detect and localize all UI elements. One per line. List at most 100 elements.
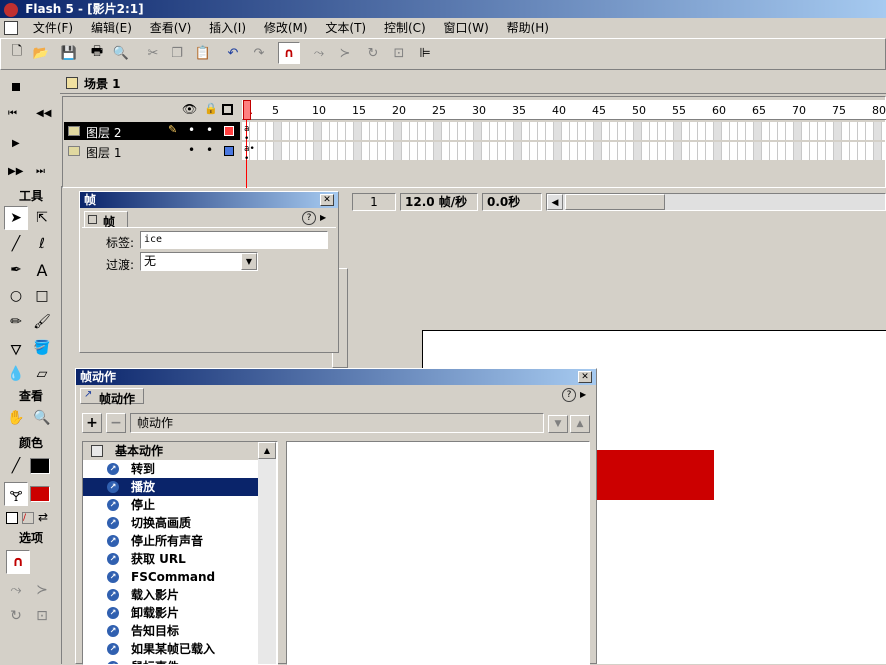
action-item[interactable]: ↗ 转到: [83, 460, 258, 478]
frame-number[interactable]: 65: [752, 104, 766, 117]
frame-cell[interactable]: [690, 122, 698, 140]
action-item[interactable]: ↗ 卸载影片: [83, 604, 258, 622]
frame-cell[interactable]: [322, 142, 330, 160]
frame-cell[interactable]: [306, 142, 314, 160]
scene-label[interactable]: 场景 1: [84, 75, 121, 92]
no-color-icon[interactable]: /: [22, 512, 34, 524]
lock-dot[interactable]: •: [206, 143, 213, 157]
frame-cell[interactable]: [682, 142, 690, 160]
frame-cell[interactable]: [778, 142, 786, 160]
scroll-left-arrow[interactable]: ◀: [547, 194, 563, 210]
action-item[interactable]: ↗ 切换高画质: [83, 514, 258, 532]
frame-cell[interactable]: [802, 142, 810, 160]
frame-number[interactable]: 80: [872, 104, 886, 117]
frame-cell[interactable]: [290, 122, 298, 140]
frame-cell[interactable]: [378, 142, 386, 160]
paint-bucket-icon[interactable]: 🪣: [30, 336, 54, 360]
frame-cell[interactable]: [706, 122, 714, 140]
frame-cell[interactable]: [546, 122, 554, 140]
frame-cell[interactable]: [754, 142, 762, 160]
ink-bottle-icon[interactable]: 🜄: [4, 336, 28, 360]
frame-cell[interactable]: [370, 142, 378, 160]
frame-cell[interactable]: [346, 142, 354, 160]
frame-cell[interactable]: [866, 142, 874, 160]
frame-cell[interactable]: [258, 142, 266, 160]
layer-row-1[interactable]: 图层 1 • •: [64, 142, 240, 160]
frame-cell[interactable]: [674, 122, 682, 140]
frame-cell[interactable]: [282, 142, 290, 160]
frame-number[interactable]: 70: [792, 104, 806, 117]
frame-cell[interactable]: [338, 142, 346, 160]
frame-cell[interactable]: [834, 122, 842, 140]
line-tool-icon[interactable]: ╱: [4, 232, 28, 256]
rectangle-tool-icon[interactable]: □: [30, 284, 54, 308]
frame-tab[interactable]: 帧: [84, 211, 128, 229]
frame-cell[interactable]: [394, 142, 402, 160]
frame-cell[interactable]: [594, 142, 602, 160]
frame-cell[interactable]: [826, 122, 834, 140]
action-item[interactable]: ↗ 播放: [83, 478, 258, 496]
frame-cell[interactable]: [658, 142, 666, 160]
paste-icon[interactable]: 📋: [192, 42, 214, 64]
frame-cell[interactable]: [330, 122, 338, 140]
frame-number[interactable]: 25: [432, 104, 446, 117]
frame-cell[interactable]: [442, 122, 450, 140]
frame-cell[interactable]: [634, 142, 642, 160]
frame-cell[interactable]: [746, 142, 754, 160]
frame-cell[interactable]: [442, 142, 450, 160]
brush-tool-icon[interactable]: 🖌: [30, 310, 54, 334]
move-up-button[interactable]: ▲: [570, 415, 590, 433]
panel-menu-arrow-icon[interactable]: ▶: [320, 211, 332, 225]
frame-cell[interactable]: [794, 122, 802, 140]
move-down-button[interactable]: ▼: [548, 415, 568, 433]
frame-cell[interactable]: [298, 122, 306, 140]
frame-cell[interactable]: [578, 122, 586, 140]
frame-cell[interactable]: [570, 142, 578, 160]
frame-cell[interactable]: [498, 122, 506, 140]
frame-cell[interactable]: [602, 122, 610, 140]
frame-cell[interactable]: [322, 122, 330, 140]
action-item[interactable]: ↗ 载入影片: [83, 586, 258, 604]
action-item[interactable]: ↗ 停止: [83, 496, 258, 514]
frame-cell[interactable]: [378, 122, 386, 140]
frame-cell[interactable]: [314, 142, 322, 160]
lasso-tool-icon[interactable]: ℓ: [30, 232, 54, 256]
chevron-down-icon[interactable]: ▼: [241, 253, 257, 270]
frame-cell[interactable]: [842, 122, 850, 140]
tween-select[interactable]: 无 ▼: [140, 252, 258, 271]
lock-dot[interactable]: •: [206, 123, 213, 137]
eraser-icon[interactable]: ▱: [30, 362, 54, 386]
print-icon[interactable]: 🖶: [86, 42, 108, 64]
frame-cell[interactable]: [554, 122, 562, 140]
menu-view[interactable]: 查看(V): [143, 18, 199, 38]
close-icon[interactable]: ✕: [320, 194, 334, 206]
frame-cell[interactable]: [474, 142, 482, 160]
frame-number[interactable]: 20: [392, 104, 406, 117]
layer-row-2[interactable]: 图层 2 ✎ • •: [64, 122, 240, 140]
help-icon[interactable]: ?: [562, 388, 576, 402]
frame-grid-layer-2[interactable]: [242, 122, 886, 140]
frame-number[interactable]: 55: [672, 104, 686, 117]
subselect-tool-icon[interactable]: ⇱: [30, 206, 54, 230]
frame-cell[interactable]: [650, 122, 658, 140]
print-preview-icon[interactable]: 🔍: [110, 42, 132, 64]
frame-cell[interactable]: [770, 122, 778, 140]
frame-cell[interactable]: [738, 122, 746, 140]
frame-cell[interactable]: [722, 122, 730, 140]
frame-cell[interactable]: [418, 122, 426, 140]
document-icon[interactable]: [4, 21, 18, 35]
snap-magnet-icon[interactable]: ∩: [278, 42, 300, 64]
frame-cell[interactable]: [498, 142, 506, 160]
frame-cell[interactable]: [306, 122, 314, 140]
frame-cell[interactable]: [370, 122, 378, 140]
frame-cell[interactable]: [778, 122, 786, 140]
frame-cell[interactable]: [330, 142, 338, 160]
stroke-color-swatch[interactable]: [30, 458, 50, 474]
frame-cell[interactable]: [490, 122, 498, 140]
cut-icon[interactable]: ✂: [142, 42, 164, 64]
frame-cell[interactable]: [314, 122, 322, 140]
frame-cell[interactable]: [586, 142, 594, 160]
rotate-icon[interactable]: ↻: [362, 42, 384, 64]
copy-icon[interactable]: ❐: [166, 42, 188, 64]
frame-cell[interactable]: [610, 122, 618, 140]
